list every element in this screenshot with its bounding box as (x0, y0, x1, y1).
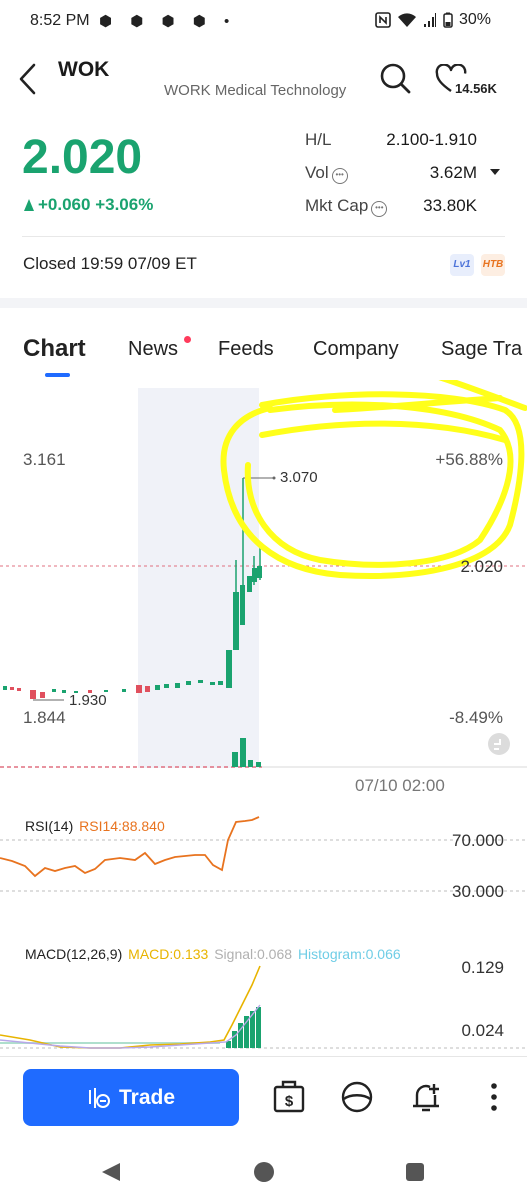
news-unread-dot (184, 336, 191, 343)
tab-news[interactable]: News (128, 338, 178, 361)
back-arrow-icon[interactable] (14, 60, 44, 98)
ticker-symbol: WOK (58, 58, 110, 81)
chart-date-label: 07/10 02:00 (355, 776, 445, 795)
rsi-level-high: 70.000 (452, 831, 504, 850)
active-tab-indicator (45, 373, 70, 377)
macd-signal: Signal:0.068 (214, 946, 293, 962)
chart-pct-high: +56.88% (435, 450, 503, 469)
expand-caret-icon[interactable] (490, 167, 500, 177)
nav-recents-icon[interactable] (405, 1162, 425, 1182)
market-status: Closed 19:59 07/09 ET (23, 254, 197, 273)
battery-icon (443, 12, 453, 28)
status-time: 8:52 PM (30, 12, 90, 29)
chart-pct-low: -8.49% (449, 708, 503, 727)
tab-chart[interactable]: Chart (23, 335, 86, 363)
chart-y-low: 1.844 (23, 708, 66, 727)
signal-icon (423, 13, 436, 27)
tab-feeds[interactable]: Feeds (218, 338, 274, 361)
macd-name: MACD(12,26,9) (25, 946, 123, 962)
notification-icons: ⬢ ⬢ ⬢ ⬢ • (99, 13, 237, 30)
session-band (138, 388, 259, 768)
wifi-icon (397, 13, 416, 27)
peak-dot (272, 476, 276, 480)
watchlist-icon[interactable] (339, 1078, 375, 1116)
stat-vol-label: Vol ••• (305, 163, 348, 184)
rsi-value: RSI14:88.840 (79, 818, 165, 834)
search-icon[interactable] (378, 60, 412, 96)
stat-mktcap-label: Mkt Cap ••• (305, 196, 388, 217)
trade-icon (88, 1087, 110, 1108)
alert-add-icon[interactable] (408, 1078, 444, 1116)
vol-label-text: Vol (305, 163, 329, 182)
rsi-level-low: 30.000 (452, 882, 504, 901)
peak-price-label: 3.070 (280, 469, 318, 486)
price-change: +0.060 +3.06% (24, 195, 153, 215)
tab-company[interactable]: Company (313, 338, 399, 361)
status-bar: 8:52 PM ⬢ ⬢ ⬢ ⬢ • 30% (0, 0, 527, 44)
macd-axis-high: 0.129 (461, 958, 504, 977)
divider (22, 236, 505, 237)
nav-back-icon[interactable] (100, 1161, 122, 1183)
tab-sage-trade[interactable]: Sage Tra (441, 338, 527, 361)
system-nav-bar (0, 1144, 527, 1200)
stat-vol-value: 3.62M (429, 163, 477, 182)
macd-histogram-value: Histogram:0.066 (297, 946, 401, 962)
level1-badge[interactable]: Lv1 (450, 254, 474, 276)
low-price-label: 1.930 (69, 692, 107, 709)
htb-badge[interactable]: HTB (481, 254, 505, 276)
mktcap-label-text: Mkt Cap (305, 196, 369, 215)
chart-y-high: 3.161 (23, 450, 66, 469)
more-icon[interactable] (476, 1078, 512, 1116)
company-name: WORK Medical Technology (164, 82, 347, 99)
macd-title[interactable]: MACD(12,26,9) MACD:0.133 Signal:0.068 Hi… (23, 946, 401, 962)
stat-mktcap-value: 33.80K (423, 196, 477, 215)
stat-hl-value: 2.100-1.910 (386, 130, 477, 149)
info-icon[interactable]: ••• (371, 201, 388, 217)
briefcase-dollar-icon[interactable]: $ (271, 1078, 307, 1116)
stat-hl-label: H/L (305, 130, 332, 149)
section-separator (0, 298, 527, 308)
svg-text:$: $ (285, 1093, 294, 1110)
nav-home-icon[interactable] (253, 1161, 275, 1183)
last-price: 2.020 (22, 131, 143, 184)
macd-line (0, 965, 261, 1049)
bottom-bar-divider (0, 1056, 527, 1057)
up-triangle-icon (24, 199, 34, 211)
current-price-label: 2.020 (460, 557, 503, 576)
macd-axis-low: 0.024 (461, 1021, 504, 1040)
price-change-text: +0.060 +3.06% (38, 195, 154, 214)
macd-value: MACD:0.133 (128, 946, 209, 962)
rsi-name: RSI(14) (25, 818, 74, 834)
battery-level: 30% (458, 11, 491, 28)
trade-button[interactable]: Trade (23, 1069, 239, 1126)
trade-label: Trade (118, 1085, 176, 1109)
rsi-title[interactable]: RSI(14) RSI14:88.840 (23, 818, 165, 834)
nfc-icon (375, 12, 391, 28)
info-icon[interactable]: ••• (331, 168, 348, 184)
favorite-count: 14.56K (455, 81, 497, 96)
